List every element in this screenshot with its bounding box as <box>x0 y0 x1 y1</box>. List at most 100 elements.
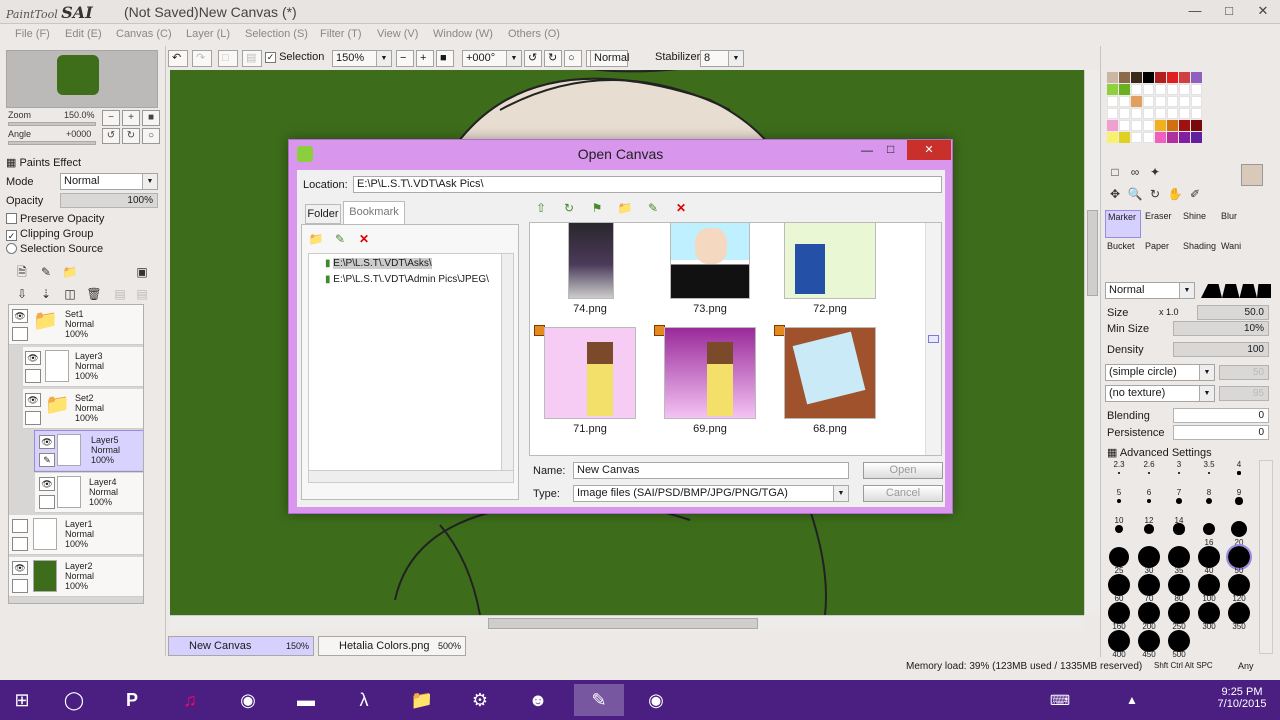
zoom-icon[interactable]: 🔍 <box>1127 186 1143 202</box>
rotate-left-icon[interactable]: ↺ <box>102 128 120 144</box>
rect-select-icon[interactable]: □ <box>1107 164 1123 180</box>
color-swatch[interactable] <box>1119 120 1130 131</box>
brush-size-dot[interactable] <box>1173 523 1185 535</box>
color-swatch[interactable] <box>1119 72 1130 83</box>
brush-size-dot[interactable] <box>1108 630 1130 652</box>
color-swatch[interactable] <box>1191 84 1202 95</box>
dialog-minimize-button[interactable]: — <box>861 143 873 157</box>
settings-icon[interactable]: ⚙ <box>460 684 500 716</box>
file-thumbnail[interactable] <box>544 327 636 419</box>
zoom-reset-icon[interactable]: ■ <box>436 50 454 67</box>
mode-select[interactable]: Normal ▼ <box>60 173 158 190</box>
brush-size-dot[interactable] <box>1168 630 1190 652</box>
brush-size-dot[interactable] <box>1108 574 1130 596</box>
dialog-close-button[interactable]: ✕ <box>907 140 951 160</box>
rename-icon[interactable]: ✎ <box>645 200 661 216</box>
visibility-toggle[interactable] <box>12 519 28 533</box>
menu-file[interactable]: File (F) <box>15 28 50 40</box>
maximize-button[interactable]: □ <box>1212 0 1246 22</box>
color-swatch[interactable] <box>1107 108 1118 119</box>
color-swatch[interactable] <box>1179 72 1190 83</box>
delete-layer-icon[interactable]: 🗑 <box>86 286 102 302</box>
app-circle-icon[interactable]: ◯ <box>54 684 94 716</box>
hand-icon[interactable]: ✋ <box>1167 186 1183 202</box>
menu-view[interactable]: View (V) <box>377 28 418 40</box>
brush-size-dot[interactable] <box>1146 498 1152 504</box>
rotate-icon[interactable]: ↻ <box>1147 186 1163 202</box>
brush-size-dot[interactable] <box>1198 574 1220 596</box>
brush-size-dot[interactable] <box>1138 574 1160 596</box>
p-app-icon[interactable]: P <box>112 684 152 716</box>
folder-icon[interactable]: 📁 <box>308 231 324 247</box>
clear-layer-icon[interactable]: ◫ <box>62 286 78 302</box>
bookmark-vscrollbar[interactable] <box>501 254 513 470</box>
brush-size-dot[interactable] <box>1138 546 1160 568</box>
brush-size-dot[interactable] <box>1109 547 1129 567</box>
color-swatch[interactable] <box>1131 84 1142 95</box>
color-swatch[interactable] <box>1155 108 1166 119</box>
brush-size-dot[interactable] <box>1226 544 1252 570</box>
color-swatch[interactable] <box>1179 132 1190 143</box>
brush-size-dot[interactable] <box>1144 524 1154 534</box>
layer-layer1[interactable]: Layer1 Normal 100% <box>9 515 143 555</box>
color-swatch[interactable] <box>1191 72 1202 83</box>
zoom-reset-icon[interactable]: ■ <box>142 110 160 126</box>
color-swatch[interactable] <box>1119 96 1130 107</box>
tool-blur[interactable]: Blur <box>1219 210 1255 238</box>
minimize-button[interactable]: — <box>1178 0 1212 22</box>
color-swatch[interactable] <box>1107 96 1118 107</box>
tab-folder[interactable]: Folder <box>305 204 341 224</box>
visibility-eye-icon[interactable]: 👁 <box>25 351 41 365</box>
ime-icon[interactable]: λ <box>344 684 384 716</box>
brush-size-dot[interactable] <box>1237 471 1241 475</box>
zoom-select[interactable]: 150% ▼ <box>332 50 392 67</box>
tool-bucket[interactable]: Bucket <box>1105 240 1141 268</box>
brush-size-dot[interactable] <box>1176 498 1182 504</box>
color-swatch[interactable] <box>1119 132 1130 143</box>
scroll-thumb[interactable] <box>1087 210 1098 296</box>
zoom-out-icon[interactable]: − <box>396 50 414 67</box>
tab-bookmark[interactable]: Bookmark <box>343 201 405 224</box>
move-icon[interactable]: ✥ <box>1107 186 1123 202</box>
color-swatch[interactable] <box>1155 132 1166 143</box>
scroll-thumb[interactable] <box>488 618 758 629</box>
visibility-eye-icon[interactable]: 👁 <box>25 393 41 407</box>
dialog-maximize-button[interactable]: □ <box>887 142 894 156</box>
file-thumbnail[interactable] <box>784 223 876 299</box>
color-swatch[interactable] <box>1143 84 1154 95</box>
canvas-horizontal-scrollbar[interactable] <box>170 615 1084 631</box>
bookmark-add-icon[interactable]: ⚑ <box>589 200 605 216</box>
brush-size-dot[interactable] <box>1118 472 1120 474</box>
color-swatch[interactable] <box>1119 108 1130 119</box>
layer-mask-icon[interactable]: ▣ <box>134 264 150 280</box>
brush-size-dot[interactable] <box>1202 522 1216 536</box>
delete-mask-icon[interactable]: ▤ <box>134 286 150 302</box>
layer-layer2[interactable]: 👁 Layer2 Normal 100% <box>9 557 143 597</box>
type-select[interactable]: Image files (SAI/PSD/BMP/JPG/PNG/TGA) ▼ <box>573 485 849 502</box>
brush-size-dot[interactable] <box>1138 602 1160 624</box>
color-swatch[interactable] <box>1143 108 1154 119</box>
brush-size-dot[interactable] <box>1228 602 1250 624</box>
color-swatch[interactable] <box>1107 120 1118 131</box>
preserve-opacity-checkbox[interactable]: Preserve Opacity <box>6 213 104 225</box>
canvas-vertical-scrollbar[interactable] <box>1084 70 1100 615</box>
rotation-select[interactable]: +000° ▼ <box>462 50 522 67</box>
selection-source-checkbox[interactable]: Selection Source <box>6 243 103 255</box>
color-swatch[interactable] <box>1179 120 1190 131</box>
brush-mode-select[interactable]: Normal ▼ <box>1105 282 1195 299</box>
size-multiplier[interactable]: x 1.0 <box>1159 307 1179 317</box>
color-swatch[interactable] <box>1179 84 1190 95</box>
preset-scrollbar[interactable] <box>1259 460 1273 654</box>
paints-effect-header[interactable]: ▦ Paints Effect <box>6 156 81 169</box>
color-swatch[interactable] <box>1119 84 1130 95</box>
brush-size-dot[interactable] <box>1205 497 1213 505</box>
foreground-color[interactable] <box>1241 164 1263 186</box>
keyboard-icon[interactable]: ⌨ <box>1040 684 1080 716</box>
menu-canvas[interactable]: Canvas (C) <box>116 28 172 40</box>
lock-toggle[interactable] <box>25 369 41 383</box>
rotate-right-icon[interactable]: ↻ <box>544 50 562 67</box>
brush-size-dot[interactable] <box>1117 499 1121 503</box>
brush-shape-icons[interactable] <box>1201 284 1271 298</box>
color-swatch[interactable] <box>1143 96 1154 107</box>
selection-toggle[interactable]: ✓ Selection <box>262 50 324 67</box>
